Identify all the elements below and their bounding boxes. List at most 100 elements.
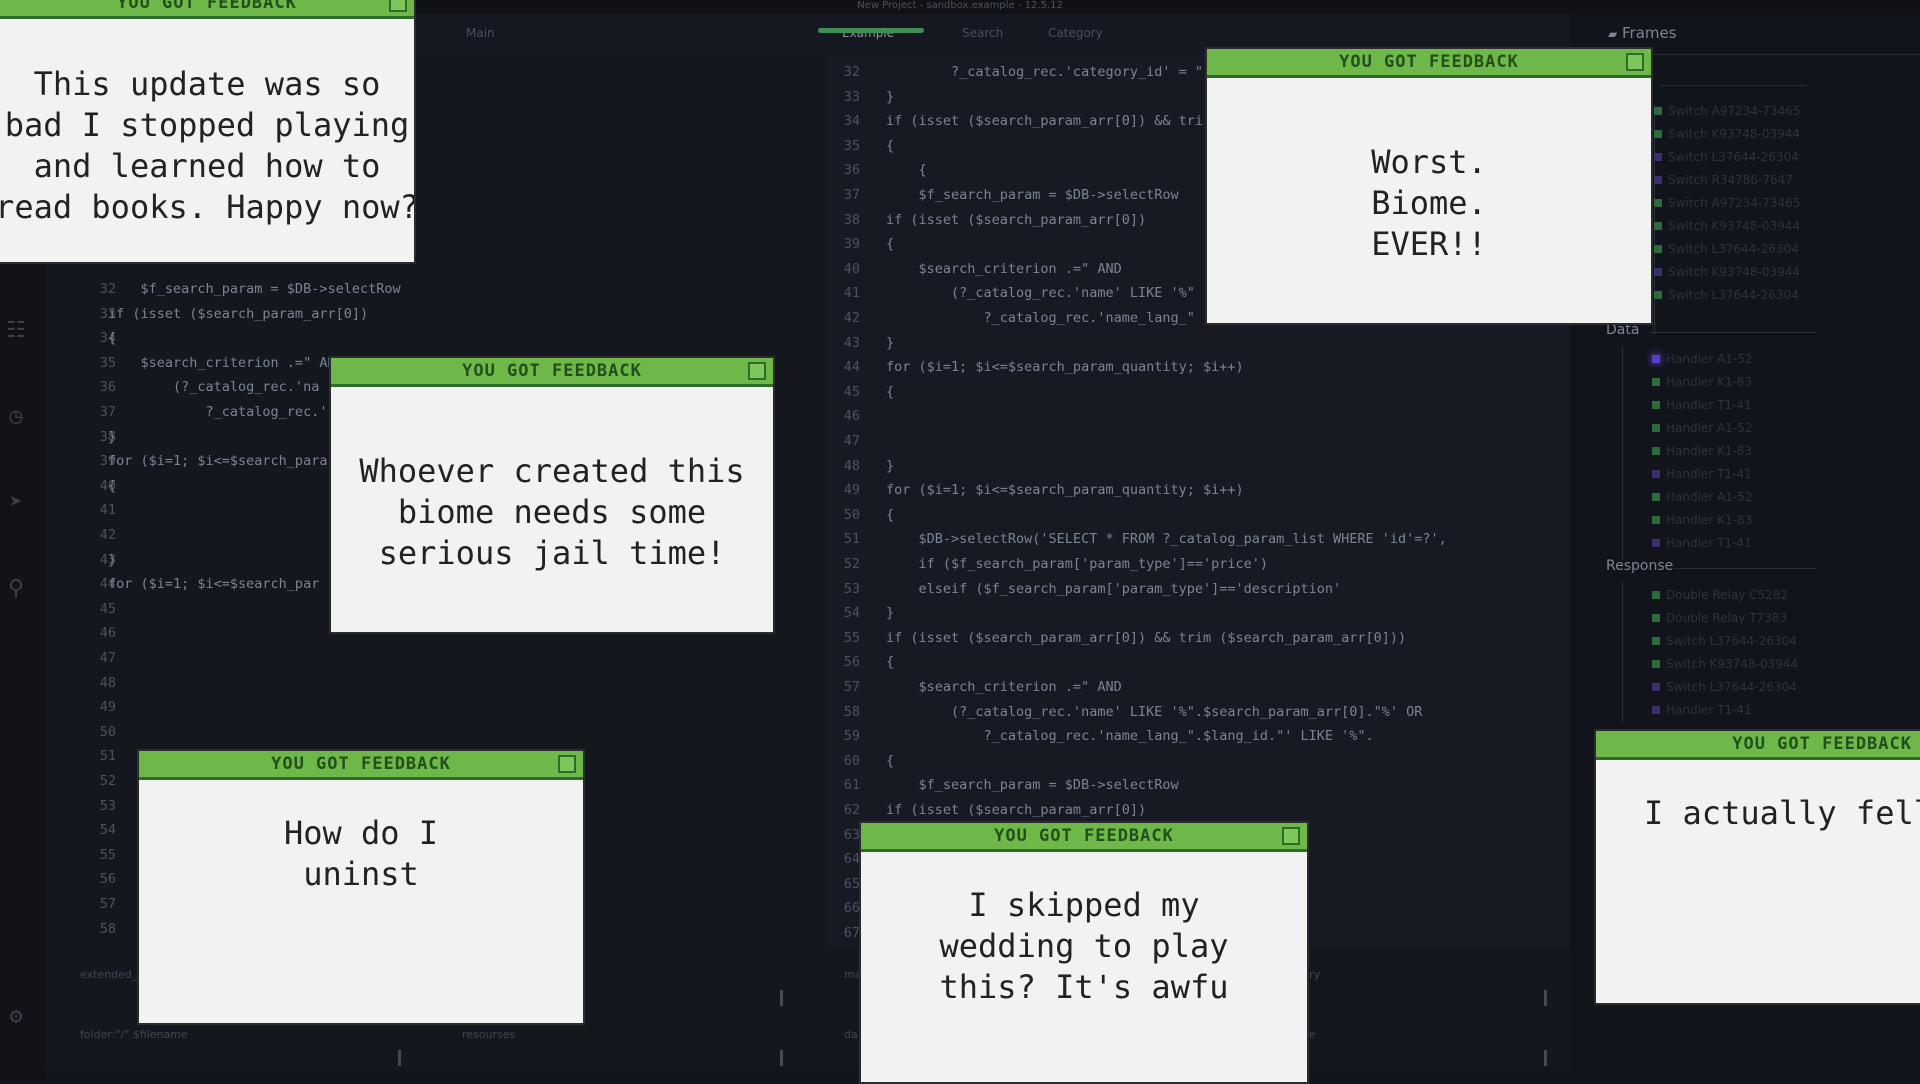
- line-number: 59: [843, 728, 860, 745]
- tree-item-label: Double Relay T7383: [1666, 611, 1787, 625]
- code-text: {: [886, 137, 895, 154]
- popup-titlebar: YOU GOT FEEDBACK: [139, 751, 583, 780]
- code-text: }: [886, 457, 895, 474]
- node-bullet-icon: [1654, 153, 1662, 161]
- tree-item-label: Switch A97234-73465: [1668, 196, 1801, 210]
- popup-message: I skipped my wedding to play this? It's …: [939, 886, 1229, 1006]
- feedback-popup-jail[interactable]: YOU GOT FEEDBACK Whoever created this bi…: [329, 356, 775, 634]
- code-text: $DB->selectRow('SELECT * FROM ?_catalog_…: [886, 531, 1447, 548]
- code-text: for ($i=1; $i<=$search_param_quantity; $…: [886, 482, 1244, 499]
- tree-item-label: Switch L37644-26304: [1666, 680, 1797, 694]
- line-number: 47: [843, 433, 860, 449]
- database-icon[interactable]: ☷: [3, 318, 29, 344]
- popup-message: Worst. Biome. EVER!!: [1371, 142, 1487, 263]
- tree-item-label: Handler T1-41: [1666, 398, 1752, 412]
- line-number: 51: [99, 748, 116, 765]
- node-bullet-icon: [1652, 355, 1660, 363]
- line-number: 35: [99, 354, 116, 371]
- tree-item-label: Switch K93748-03944: [1668, 265, 1801, 279]
- code-text: ?_catalog_rec.'name_lang_".$lang_id."' L…: [886, 728, 1374, 745]
- line-number: 39: [843, 236, 860, 253]
- line-number: 45: [99, 600, 116, 617]
- code-text: }: [108, 551, 117, 568]
- panel-field-extended[interactable]: extended_fi: [80, 968, 144, 981]
- tree-item-label: Handler A1-52: [1666, 490, 1753, 504]
- popup-title: YOU GOT FEEDBACK: [117, 0, 297, 13]
- line-number: 62: [843, 802, 860, 818]
- feedback-popup-wedding[interactable]: YOU GOT FEEDBACK I skipped my wedding to…: [859, 821, 1309, 1084]
- line-number: 53: [843, 580, 860, 597]
- tab-main[interactable]: Main: [466, 26, 495, 40]
- line-number: 52: [843, 556, 860, 572]
- feedback-popup-uninstall[interactable]: YOU GOT FEEDBACK How do I uninst: [137, 749, 585, 1025]
- data-rule: [1650, 332, 1816, 333]
- frames-heading: ▰ Frames: [1608, 24, 1677, 42]
- panel-field-folder[interactable]: folder:"/".$filename: [80, 1028, 188, 1041]
- popup-title: YOU GOT FEEDBACK: [462, 361, 642, 381]
- node-bullet-icon: [1652, 614, 1660, 622]
- node-bullet-icon: [1654, 245, 1662, 253]
- line-number: 56: [843, 654, 860, 671]
- line-number: 33: [843, 88, 860, 105]
- node-bullet-icon: [1654, 176, 1662, 184]
- panel-divider: [780, 1050, 783, 1066]
- close-icon[interactable]: [748, 362, 766, 380]
- code-text: if (isset ($search_param_arr[0]) && tri: [886, 113, 1203, 130]
- line-number: 52: [99, 773, 116, 789]
- line-number: 63: [843, 826, 860, 843]
- code-text: (?_catalog_rec.'name' LIKE '%".$search_p…: [886, 703, 1423, 720]
- tab-search[interactable]: Search: [962, 26, 1003, 40]
- panel-divider: [1544, 990, 1547, 1006]
- plugin-icon[interactable]: ⚲: [3, 576, 29, 602]
- line-number: 47: [99, 650, 116, 666]
- code-text: $search_criterion .=" AND: [886, 260, 1122, 277]
- feedback-popup-update[interactable]: YOU GOT FEEDBACK This update was so bad …: [0, 0, 416, 264]
- cursor-icon[interactable]: ➤: [3, 490, 29, 516]
- node-bullet-icon: [1652, 516, 1660, 524]
- panel-field-da[interactable]: da: [844, 1028, 858, 1041]
- line-number: 57: [843, 679, 860, 695]
- tree-item-label: Switch K93748-03944: [1666, 657, 1799, 671]
- code-text: for ($i=1; $i<=$search_par: [108, 576, 320, 593]
- line-number: 35: [843, 137, 860, 154]
- history-icon[interactable]: ◷: [3, 404, 29, 430]
- line-number: 36: [843, 162, 860, 179]
- code-text: for ($i=1; $i<=$search_para: [108, 453, 328, 470]
- popup-titlebar: YOU GOT FEEDBACK: [1207, 49, 1651, 78]
- line-number: 46: [99, 625, 116, 642]
- line-number: 46: [843, 408, 860, 425]
- code-text: {: [886, 506, 895, 523]
- node-bullet-icon: [1652, 683, 1660, 691]
- line-number: 49: [99, 699, 116, 716]
- frames-rule: [1660, 85, 1806, 86]
- code-text: {: [886, 383, 895, 400]
- gear-icon[interactable]: ⚙: [3, 1004, 29, 1030]
- popup-message: Whoever created this biome needs some se…: [359, 451, 745, 572]
- node-bullet-icon: [1652, 447, 1660, 455]
- tree-line: [1622, 582, 1623, 722]
- tree-item-label: Switch L37644-26304: [1668, 150, 1799, 164]
- line-number: 40: [99, 477, 116, 494]
- line-number: 53: [99, 797, 116, 814]
- panel-divider: [1544, 1050, 1547, 1066]
- code-text: {: [886, 162, 927, 179]
- panel-field-resourses[interactable]: resourses: [462, 1028, 515, 1041]
- feedback-popup-worst[interactable]: YOU GOT FEEDBACK Worst. Biome. EVER!!: [1205, 47, 1653, 325]
- close-icon[interactable]: [389, 0, 407, 12]
- tree-item-label: Switch R34786-7647: [1668, 173, 1793, 187]
- close-icon[interactable]: [1282, 827, 1300, 845]
- node-bullet-icon: [1652, 591, 1660, 599]
- node-bullet-icon: [1652, 378, 1660, 386]
- close-icon[interactable]: [1626, 53, 1644, 71]
- node-bullet-icon: [1654, 268, 1662, 276]
- active-tab-indicator: [818, 28, 924, 33]
- tab-category[interactable]: Category: [1048, 26, 1103, 40]
- feedback-popup-fell[interactable]: YOU GOT FEEDBACK I actually fell a: [1594, 729, 1920, 1005]
- close-icon[interactable]: [558, 755, 576, 773]
- popup-message: I actually fell a: [1644, 794, 1920, 832]
- code-text: {: [886, 236, 895, 253]
- response-rule: [1674, 568, 1816, 569]
- node-bullet-icon: [1654, 291, 1662, 299]
- line-number: 55: [99, 846, 116, 863]
- line-number: 50: [843, 506, 860, 523]
